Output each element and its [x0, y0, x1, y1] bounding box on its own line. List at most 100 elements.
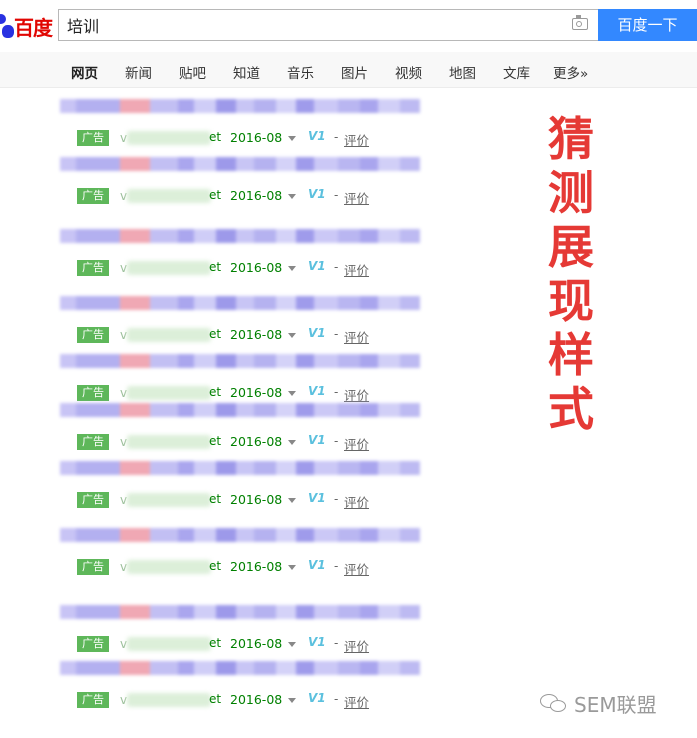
blurred-title[interactable] [60, 605, 420, 619]
chevron-down-icon[interactable] [288, 266, 296, 271]
chevron-down-icon[interactable] [288, 391, 296, 396]
search-button[interactable]: 百度一下 [598, 9, 697, 41]
baidu-logo[interactable]: 百度 [0, 8, 53, 44]
eval-link[interactable]: 评价 [344, 385, 369, 404]
overlay-char: 式 [548, 382, 594, 436]
nav-tab-images[interactable]: 图片 [341, 62, 368, 82]
nav-tab-map[interactable]: 地图 [449, 62, 476, 82]
ad-badge: 广告 [77, 188, 109, 204]
v1-badge[interactable]: V1 [308, 691, 326, 705]
overlay-char: 测 [548, 166, 594, 220]
blurred-title[interactable] [60, 461, 420, 475]
blurred-url [127, 189, 211, 203]
blurred-title[interactable] [60, 296, 420, 310]
overlay-char: 展 [548, 220, 594, 274]
overlay-char: 现 [548, 274, 594, 328]
url-end: et [209, 692, 222, 706]
ad-badge: 广告 [77, 260, 109, 276]
blurred-title[interactable] [60, 99, 420, 113]
blurred-url [127, 493, 211, 507]
ad-result: 广告 v et 2016-08 V1 - 评价 [0, 461, 440, 521]
ad-badge: 广告 [77, 636, 109, 652]
blurred-url [127, 637, 211, 651]
ad-badge: 广告 [77, 327, 109, 343]
ad-result: 广告 v et 2016-08 V1 - 评价 [0, 229, 440, 289]
v1-badge[interactable]: V1 [308, 558, 326, 572]
blurred-title[interactable] [60, 354, 420, 368]
ad-badge: 广告 [77, 692, 109, 708]
url-end: et [209, 636, 222, 650]
chevron-down-icon[interactable] [288, 194, 296, 199]
blurred-title[interactable] [60, 403, 420, 417]
separator: - [334, 188, 339, 202]
blurred-title[interactable] [60, 157, 420, 171]
url-end: et [209, 188, 222, 202]
eval-link[interactable]: 评价 [344, 636, 369, 655]
eval-link[interactable]: 评价 [344, 559, 369, 578]
eval-link[interactable]: 评价 [344, 130, 369, 149]
nav-tab-more[interactable]: 更多» [553, 62, 588, 82]
camera-icon[interactable] [572, 15, 588, 30]
separator: - [334, 636, 339, 650]
result-date: 2016-08 [230, 559, 283, 574]
result-meta: 广告 v et 2016-08 V1 - 评价 [77, 326, 437, 346]
ad-badge: 广告 [77, 559, 109, 575]
result-date: 2016-08 [230, 385, 283, 400]
v1-badge[interactable]: V1 [308, 433, 326, 447]
chevron-down-icon[interactable] [288, 698, 296, 703]
nav-tab-news[interactable]: 新闻 [125, 62, 152, 82]
chevron-down-icon[interactable] [288, 333, 296, 338]
eval-link[interactable]: 评价 [344, 188, 369, 207]
eval-link[interactable]: 评价 [344, 260, 369, 279]
ad-result: 广告 v et 2016-08 V1 - 评价 [0, 605, 440, 665]
nav-tab-video[interactable]: 视频 [395, 62, 422, 82]
ad-badge: 广告 [77, 130, 109, 146]
v1-badge[interactable]: V1 [308, 129, 326, 143]
url-end: et [209, 260, 222, 274]
v1-badge[interactable]: V1 [308, 491, 326, 505]
result-date: 2016-08 [230, 636, 283, 651]
v1-badge[interactable]: V1 [308, 635, 326, 649]
eval-link[interactable]: 评价 [344, 492, 369, 511]
eval-link[interactable]: 评价 [344, 692, 369, 711]
eval-link[interactable]: 评价 [344, 327, 369, 346]
v1-badge[interactable]: V1 [308, 326, 326, 340]
v1-badge[interactable]: V1 [308, 187, 326, 201]
separator: - [334, 385, 339, 399]
result-date: 2016-08 [230, 188, 283, 203]
result-date: 2016-08 [230, 260, 283, 275]
blurred-url [127, 693, 211, 707]
search-input[interactable] [67, 14, 547, 36]
nav-tab-wenku[interactable]: 文库 [503, 62, 530, 82]
blurred-url [127, 131, 211, 145]
result-meta: 广告 v et 2016-08 V1 - 评价 [77, 691, 437, 711]
chevron-down-icon[interactable] [288, 565, 296, 570]
separator: - [334, 327, 339, 341]
blurred-title[interactable] [60, 528, 420, 542]
blurred-url [127, 261, 211, 275]
header-bar: 百度 百度一下 [0, 0, 697, 52]
search-box [58, 9, 598, 41]
ad-result: 广告 v et 2016-08 V1 - 评价 [0, 296, 440, 356]
v1-badge[interactable]: V1 [308, 259, 326, 273]
chevron-down-icon[interactable] [288, 440, 296, 445]
overlay-char: 样 [548, 328, 594, 382]
v1-badge[interactable]: V1 [308, 384, 326, 398]
ad-badge: 广告 [77, 434, 109, 450]
eval-link[interactable]: 评价 [344, 434, 369, 453]
nav-tab-zhidao[interactable]: 知道 [233, 62, 260, 82]
ad-result: 广告 v et 2016-08 V1 - 评价 [0, 99, 440, 159]
wechat-icon [540, 692, 568, 714]
nav-tab-web[interactable]: 网页 [71, 62, 98, 82]
chevron-down-icon[interactable] [288, 642, 296, 647]
chevron-down-icon[interactable] [288, 498, 296, 503]
blurred-title[interactable] [60, 661, 420, 675]
blurred-title[interactable] [60, 229, 420, 243]
overlay-char: 猜 [548, 112, 594, 166]
nav-tab-tieba[interactable]: 贴吧 [179, 62, 206, 82]
ad-badge: 广告 [77, 492, 109, 508]
nav-tab-music[interactable]: 音乐 [287, 62, 314, 82]
chevron-down-icon[interactable] [288, 136, 296, 141]
url-end: et [209, 434, 222, 448]
watermark: SEM联盟 [540, 688, 657, 718]
